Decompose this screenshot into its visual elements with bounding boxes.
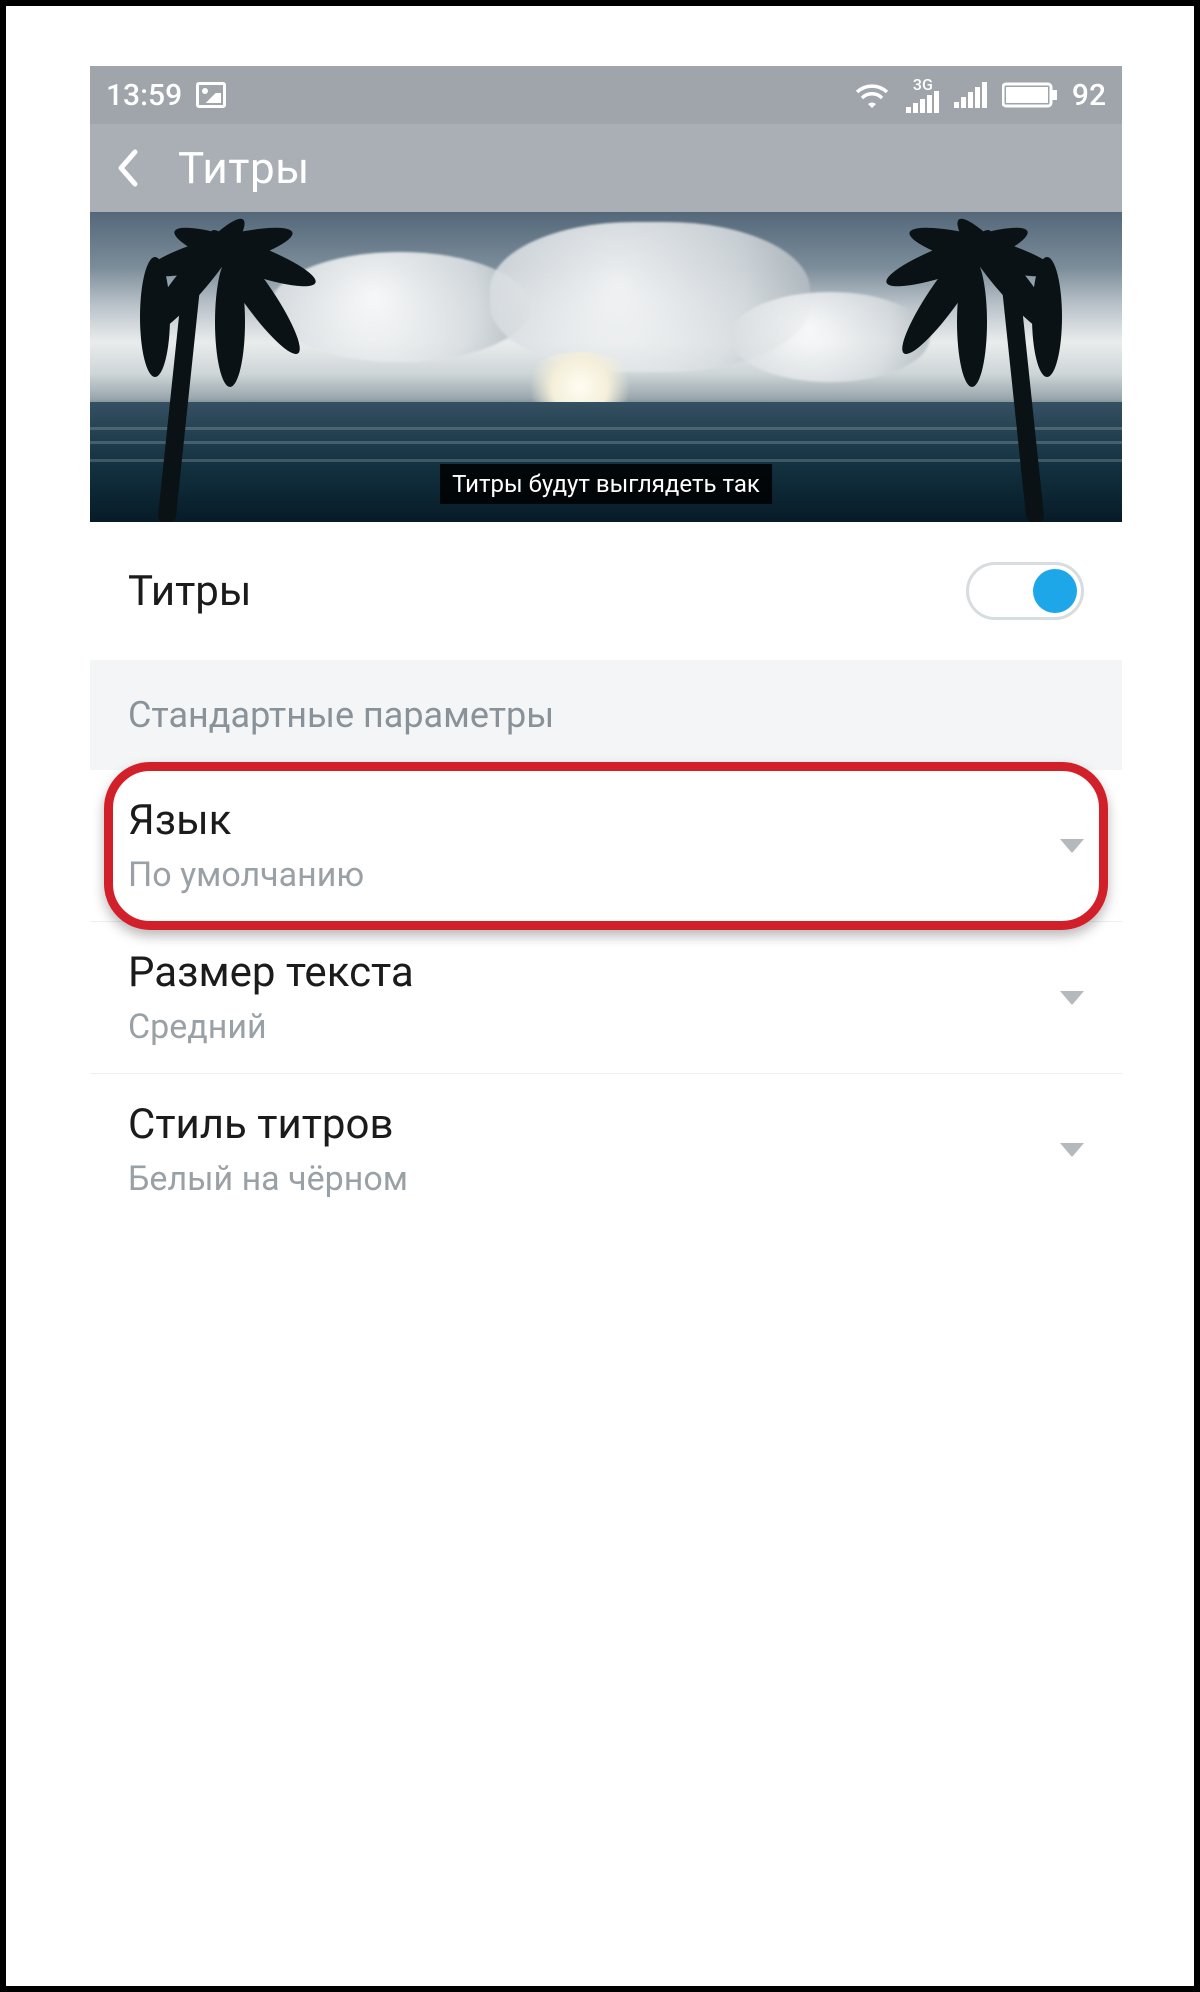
settings-list: Титры Стандартные параметры Язык По умол… [90,522,1122,1936]
chevron-left-icon [113,148,143,188]
page-title: Титры [178,142,310,194]
status-time: 13:59 [106,78,182,113]
text-size-value: Средний [128,1007,1060,1047]
language-row[interactable]: Язык По умолчанию [90,770,1122,922]
language-title: Язык [128,796,1060,845]
language-value: По умолчанию [128,855,1060,895]
dropdown-caret-icon [1060,839,1084,853]
battery-percent: 92 [1072,78,1106,113]
captions-toggle[interactable] [966,562,1084,620]
captions-toggle-row[interactable]: Титры [90,522,1122,660]
screenshot-frame: 13:59 3G [0,0,1200,1992]
screenshot-saved-icon [196,82,226,108]
cellular-signal-icon: 3G [906,77,940,113]
caption-style-title: Стиль титров [128,1100,1060,1149]
status-bar: 13:59 3G [90,66,1122,124]
back-button[interactable] [98,138,158,198]
app-header: Титры [90,124,1122,212]
caption-style-row[interactable]: Стиль титров Белый на чёрном [90,1074,1122,1225]
caption-preview-area: Титры будут выглядеть так [90,212,1122,522]
battery-icon [1002,81,1058,109]
wifi-icon [852,80,892,110]
toggle-knob [1033,569,1077,613]
palm-tree-left [90,212,320,522]
dropdown-caret-icon [1060,991,1084,1005]
text-size-row[interactable]: Размер текста Средний [90,922,1122,1074]
text-size-title: Размер текста [128,948,1060,997]
signal-bars-icon [954,82,988,108]
caption-sample-text: Титры будут выглядеть так [440,464,772,504]
standard-params-section-header: Стандартные параметры [90,660,1122,770]
phone-screen: 13:59 3G [90,66,1122,1936]
dropdown-caret-icon [1060,1143,1084,1157]
caption-style-value: Белый на чёрном [128,1159,1060,1199]
section-label: Стандартные параметры [128,694,1084,736]
palm-tree-right [882,212,1122,522]
captions-toggle-label: Титры [128,567,966,616]
